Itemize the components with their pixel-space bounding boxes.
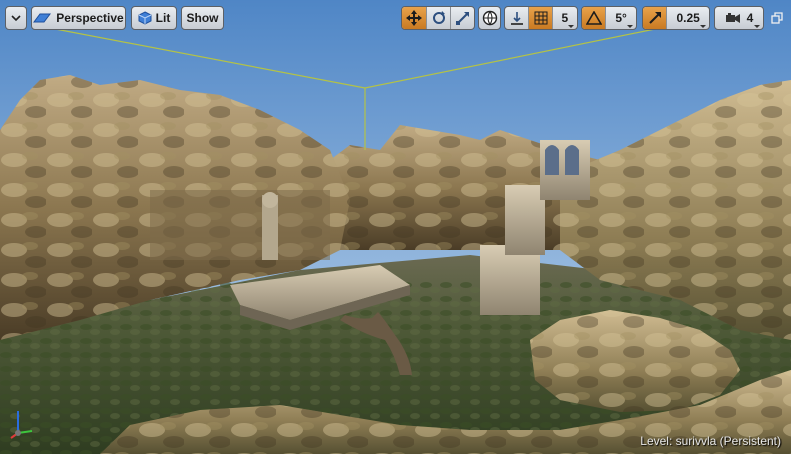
grid-snap-group: 5 — [504, 6, 578, 30]
chevron-down-icon — [700, 25, 706, 28]
perspective-cube-icon — [33, 12, 52, 24]
globe-icon — [482, 10, 498, 26]
rotation-snap-value[interactable]: 5° — [605, 7, 636, 29]
scene-render[interactable] — [0, 0, 791, 454]
translate-arrows-icon — [406, 10, 422, 26]
chevron-down-icon — [11, 14, 21, 22]
scale-snap-group: 0.25 — [642, 6, 710, 30]
lit-sphere-cube-icon — [138, 11, 152, 25]
rotate-icon — [431, 10, 447, 26]
perspective-label: Perspective — [56, 11, 124, 25]
rotation-snap-toggle[interactable] — [582, 7, 606, 29]
camera-speed-value: 4 — [746, 11, 754, 25]
grid-snap-value[interactable]: 5 — [551, 7, 577, 29]
maximize-icon — [771, 12, 783, 24]
scale-snap-value[interactable]: 0.25 — [666, 7, 709, 29]
axis-gizmo — [8, 405, 36, 446]
grid-icon — [534, 11, 548, 25]
rotation-snap-group: 5° — [581, 6, 637, 30]
grid-snap-value-label: 5 — [561, 11, 569, 25]
chevron-down-icon — [627, 25, 633, 28]
lit-label: Lit — [155, 11, 171, 25]
translate-mode-button[interactable] — [402, 7, 426, 29]
scale-arrow-icon — [648, 11, 662, 25]
surface-snap-button[interactable] — [505, 7, 528, 29]
level-status-label: Level: surivvla (Persistent) — [640, 434, 781, 448]
chevron-down-icon — [754, 25, 760, 28]
grid-snap-toggle[interactable] — [528, 7, 552, 29]
carved-wall — [150, 190, 330, 260]
scale-snap-value-label: 0.25 — [676, 11, 700, 25]
perspective-button[interactable]: Perspective — [31, 6, 126, 30]
chevron-down-icon — [568, 25, 574, 28]
scale-snap-toggle[interactable] — [643, 7, 667, 29]
rotation-snap-value-label: 5° — [615, 11, 627, 25]
camera-speed-button[interactable]: 4 — [714, 6, 764, 30]
maximize-viewport-button[interactable] — [771, 11, 785, 25]
viewport-options-button[interactable] — [5, 6, 27, 30]
show-button[interactable]: Show — [181, 6, 224, 30]
scale-icon — [455, 10, 471, 26]
surface-snap-icon — [509, 10, 525, 26]
world-local-toggle[interactable] — [478, 6, 501, 30]
lit-button[interactable]: Lit — [131, 6, 177, 30]
show-label: Show — [186, 11, 219, 25]
camera-icon — [725, 12, 741, 24]
level-viewport[interactable]: Perspective Lit Show 5 5° 0.25 4 Level: … — [0, 0, 791, 454]
rotate-mode-button[interactable] — [426, 7, 450, 29]
transform-mode-group — [401, 6, 475, 30]
angle-icon — [585, 11, 602, 25]
scale-mode-button[interactable] — [450, 7, 474, 29]
